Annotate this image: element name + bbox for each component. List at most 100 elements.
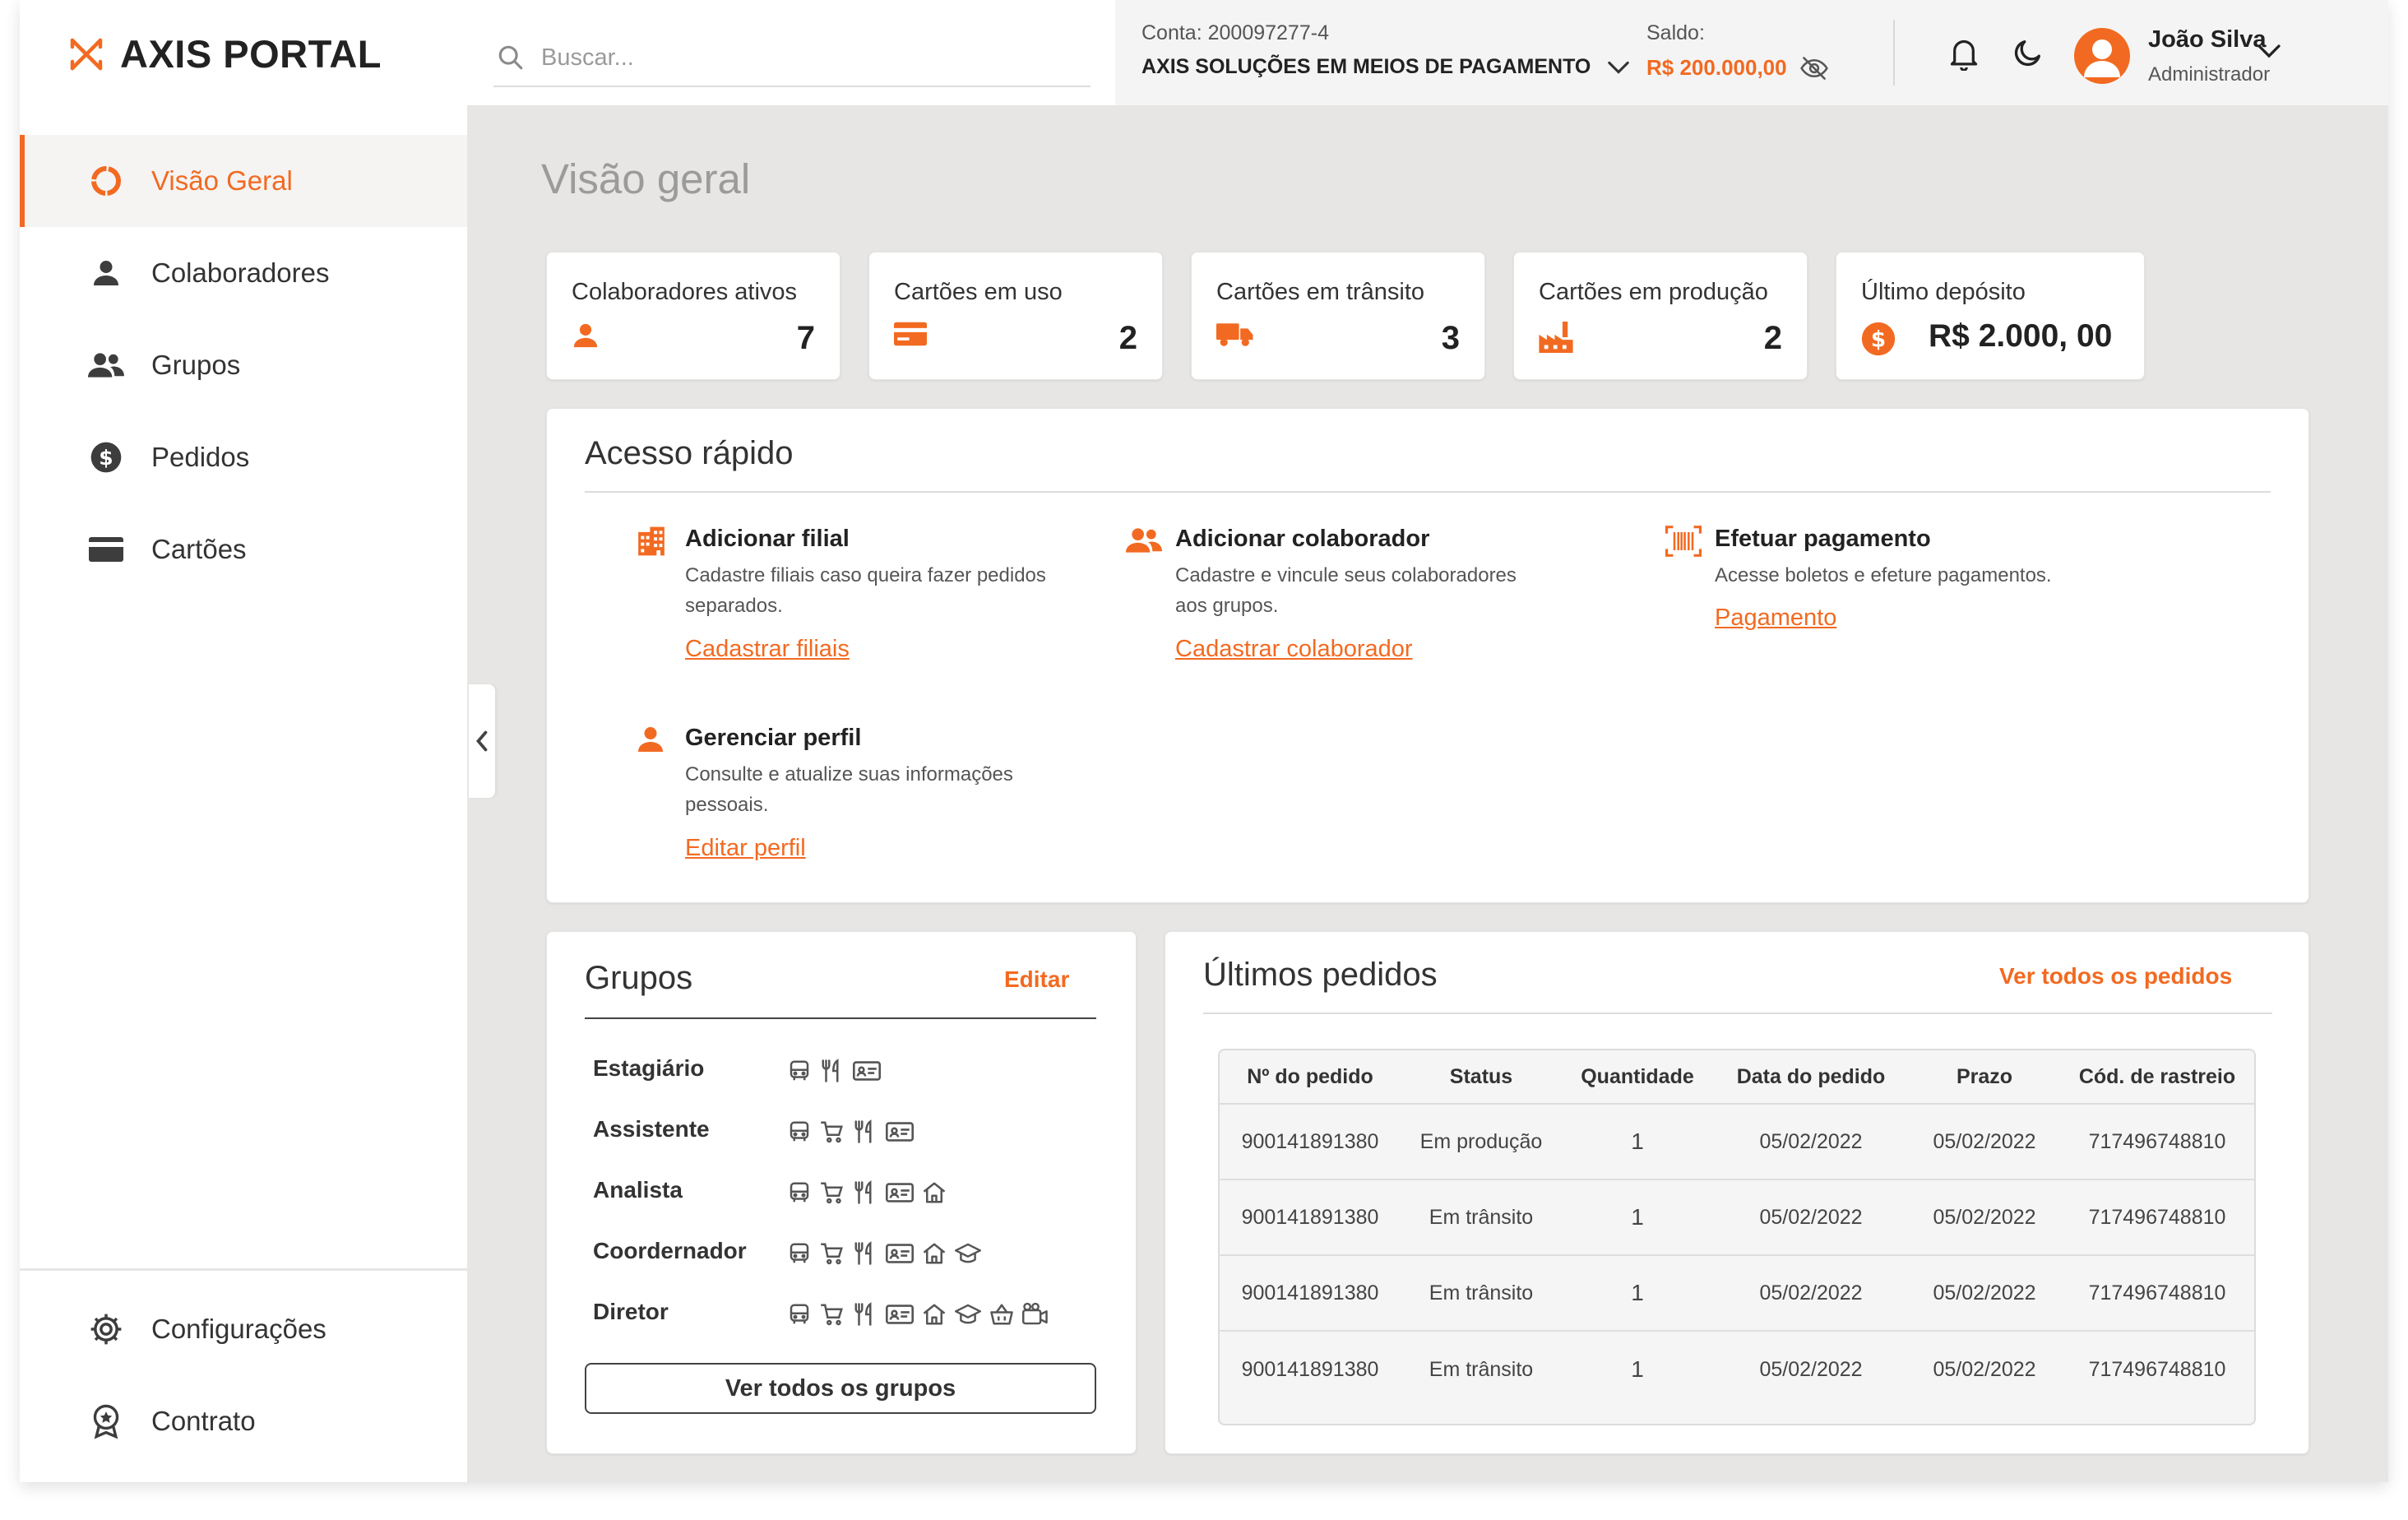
group-name: Coordernador xyxy=(593,1238,747,1263)
search-icon xyxy=(497,44,525,72)
food-icon xyxy=(853,1180,878,1205)
search-bar[interactable]: Buscar... xyxy=(493,30,1091,87)
sidebar-item-visao-geral[interactable]: Visão Geral xyxy=(20,135,467,227)
page-title: Visão geral xyxy=(541,155,751,202)
group-name: Estagiário xyxy=(593,1055,705,1081)
view-all-orders-link[interactable]: Ver todos os pedidos xyxy=(1999,963,2232,989)
sidebar-item-configuracoes[interactable]: Configurações xyxy=(20,1283,467,1375)
account-name-row[interactable]: AXIS SOLUÇÕES EM MEIOS DE PAGAMENTO xyxy=(1141,55,1630,79)
sidebar-collapse-button[interactable] xyxy=(469,684,495,798)
app-window: AXIS PORTAL Visão Geral Colaboradores Gr… xyxy=(20,0,2388,1482)
avatar[interactable] xyxy=(2074,28,2130,84)
logo[interactable]: AXIS PORTAL xyxy=(67,31,382,76)
order-deadline: 05/02/2022 xyxy=(1933,1205,2036,1229)
cart-icon xyxy=(820,1119,845,1144)
column-header[interactable]: Status xyxy=(1401,1065,1562,1089)
sidebar-item-contrato[interactable]: Contrato xyxy=(20,1375,467,1467)
bus-icon xyxy=(787,1059,812,1083)
benefit-icons xyxy=(787,1119,914,1144)
column-header[interactable]: Data do pedido xyxy=(1713,1065,1909,1089)
column-header[interactable]: Nº do pedido xyxy=(1220,1065,1401,1089)
group-row[interactable]: Assistente xyxy=(593,1116,1086,1149)
order-deadline: 05/02/2022 xyxy=(1933,1281,2036,1305)
link-pagamento[interactable]: Pagamento xyxy=(1715,605,1836,632)
search-input[interactable]: Buscar... xyxy=(541,44,634,72)
quick-access-title: Acesso rápido xyxy=(585,435,794,471)
topbar: Buscar... Conta: 200097277-4 AXIS SOLUÇÕ… xyxy=(467,0,2388,105)
tracking-code: 717496748810 xyxy=(2088,1281,2226,1305)
notifications-button[interactable] xyxy=(1947,36,1980,71)
card-icon xyxy=(87,531,125,568)
stat-card-cartoes-em-producao: Cartões em produção 2 xyxy=(1513,252,1808,380)
link-cadastrar-filiais[interactable]: Cadastrar filiais xyxy=(685,636,850,663)
stat-value: 2 xyxy=(1763,320,1782,356)
quick-access-item-title: Adicionar colaborador xyxy=(1175,526,1430,552)
sidebar-item-label: Grupos xyxy=(151,350,241,380)
benefit-icons xyxy=(787,1059,881,1083)
user-name: João Silva xyxy=(2148,26,2267,53)
column-header[interactable]: Prazo xyxy=(1909,1065,2060,1089)
order-deadline: 05/02/2022 xyxy=(1933,1129,2036,1153)
groups-title: Grupos xyxy=(585,960,693,996)
quick-access-item-desc: Consulte e atualize suas informações pes… xyxy=(685,763,1013,816)
person-icon xyxy=(636,725,665,754)
table-header: Nº do pedido Status Quantidade Data do p… xyxy=(1220,1050,2254,1105)
table-row[interactable]: 900141891380 Em produção 1 05/02/2022 05/02/… xyxy=(1220,1105,2254,1180)
quick-access-item-desc: Cadastre e vincule seus colaboradores ao… xyxy=(1175,564,1517,617)
order-quantity: 1 xyxy=(1631,1204,1644,1230)
quick-access-item-desc: Cadastre filiais caso queira fazer pedid… xyxy=(685,564,1046,617)
quick-access-add-collaborator: Adicionar colaborador Cadastre e vincule… xyxy=(1126,526,1586,665)
quick-access-item-title: Adicionar filial xyxy=(685,526,850,552)
user-info[interactable]: João Silva Administrador xyxy=(2148,26,2270,86)
group-row[interactable]: Estagiário xyxy=(593,1055,1086,1088)
tracking-code: 717496748810 xyxy=(2088,1129,2226,1153)
tracking-code: 717496748810 xyxy=(2088,1357,2226,1381)
order-status: Em trânsito xyxy=(1429,1357,1534,1381)
eye-off-icon[interactable] xyxy=(1799,56,1828,80)
view-all-groups-button[interactable]: Ver todos os grupos xyxy=(585,1363,1096,1414)
sidebar-item-pedidos[interactable]: $ Pedidos xyxy=(20,411,467,503)
order-date: 05/02/2022 xyxy=(1759,1281,1863,1305)
link-cadastrar-colaborador[interactable]: Cadastrar colaborador xyxy=(1175,636,1413,663)
user-menu-chevron-down-icon[interactable] xyxy=(2257,43,2281,59)
sidebar-item-colaboradores[interactable]: Colaboradores xyxy=(20,227,467,319)
sidebar-item-label: Colaboradores xyxy=(151,257,330,288)
sidebar-divider xyxy=(20,1268,467,1271)
grad-cap-icon xyxy=(955,1241,981,1266)
order-status: Em produção xyxy=(1419,1129,1543,1153)
stat-card-cartoes-em-uso: Cartões em uso 2 xyxy=(868,252,1163,380)
stat-label: Cartões em produção xyxy=(1539,279,1768,305)
theme-toggle-button[interactable] xyxy=(2012,36,2044,69)
group-row[interactable]: Analista xyxy=(593,1177,1086,1210)
group-row[interactable]: Diretor xyxy=(593,1299,1086,1332)
account-name: AXIS SOLUÇÕES EM MEIOS DE PAGAMENTO xyxy=(1141,55,1591,78)
column-header[interactable]: Quantidade xyxy=(1562,1065,1713,1089)
groups-panel: Grupos Editar Estagiário Assistente Analis… xyxy=(546,931,1137,1454)
account-number: Conta: 200097277-4 xyxy=(1141,21,1329,44)
sidebar-item-label: Pedidos xyxy=(151,442,250,472)
sidebar-bottom-nav: Configurações Contrato xyxy=(20,1283,467,1467)
id-card-icon xyxy=(886,1241,914,1266)
column-header[interactable]: Cód. de rastreio xyxy=(2060,1065,2254,1089)
group-row[interactable]: Coordernador xyxy=(593,1238,1086,1271)
table-row[interactable]: 900141891380 Em trânsito 1 05/02/2022 05/02/… xyxy=(1220,1256,2254,1332)
sidebar-item-grupos[interactable]: Grupos xyxy=(20,319,467,411)
sidebar-item-cartoes[interactable]: Cartões xyxy=(20,503,467,595)
order-number: 900141891380 xyxy=(1241,1357,1379,1381)
link-editar-perfil[interactable]: Editar perfil xyxy=(685,835,806,862)
table-row[interactable]: 900141891380 Em trânsito 1 05/02/2022 05/02/… xyxy=(1220,1180,2254,1256)
person-icon xyxy=(87,254,125,292)
movie-icon xyxy=(1022,1302,1049,1327)
id-card-icon xyxy=(886,1302,914,1327)
truck-icon xyxy=(1216,322,1254,348)
account-selector[interactable]: Conta: 200097277-4 AXIS SOLUÇÕES EM MEIO… xyxy=(1141,21,1630,79)
stat-value: 3 xyxy=(1441,320,1460,356)
edit-groups-link[interactable]: Editar xyxy=(1004,966,1069,993)
orders-title: Últimos pedidos xyxy=(1203,957,1438,993)
group-name: Diretor xyxy=(593,1299,669,1324)
barcode-scan-icon xyxy=(1665,526,1702,557)
table-row[interactable]: 900141891380 Em trânsito 1 05/02/2022 05/02/… xyxy=(1220,1332,2254,1407)
stat-value: 7 xyxy=(796,320,815,356)
divider xyxy=(585,1017,1096,1019)
stat-label: Cartões em uso xyxy=(894,279,1063,305)
